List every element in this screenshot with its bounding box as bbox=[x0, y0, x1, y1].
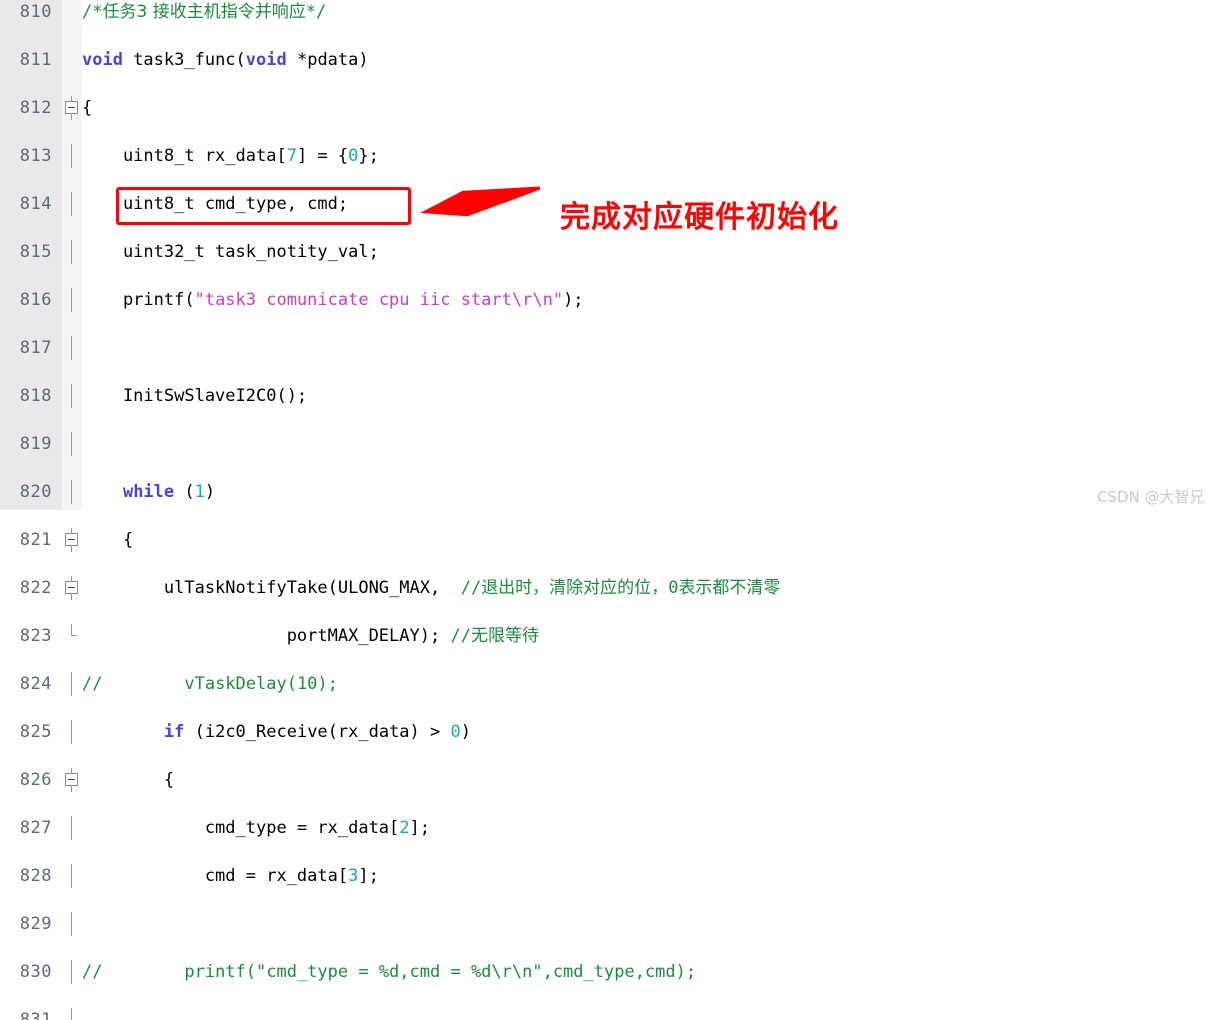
code-text: { bbox=[82, 98, 93, 118]
fold-marker[interactable] bbox=[62, 624, 82, 648]
line-number: 823 bbox=[19, 626, 52, 646]
code-text: uint8_t rx_data[7] = {0}; bbox=[82, 146, 379, 166]
line-number: 822 bbox=[19, 578, 52, 598]
code-line[interactable]: 822 ulTaskNotifyTake(ULONG_MAX, //退出时，清除… bbox=[0, 576, 1222, 600]
fold-collapse-icon[interactable] bbox=[65, 101, 78, 114]
line-number: 820 bbox=[19, 482, 52, 502]
code-text: ulTaskNotifyTake(ULONG_MAX, //退出时，清除对应的位… bbox=[82, 578, 781, 598]
code-line[interactable]: 812 { bbox=[0, 96, 1222, 120]
fold-marker[interactable] bbox=[62, 384, 82, 408]
fold-marker[interactable] bbox=[62, 192, 82, 216]
annotation-label: 完成对应硬件初始化 bbox=[560, 200, 839, 235]
code-line[interactable]: 815 uint32_t task_notity_val; bbox=[0, 240, 1222, 264]
code-line[interactable]: 825 if (i2c0_Receive(rx_data) > 0) bbox=[0, 720, 1222, 744]
code-line[interactable]: 813 uint8_t rx_data[7] = {0}; bbox=[0, 144, 1222, 168]
code-text: InitSwSlaveI2C0(); bbox=[82, 386, 308, 406]
code-line[interactable]: 829 bbox=[0, 912, 1222, 936]
code-text: while (1) bbox=[122, 482, 216, 502]
fold-marker[interactable] bbox=[62, 816, 82, 840]
code-text: { bbox=[82, 770, 175, 790]
code-text: // printf("cmd_type = %d,cmd = %d\r\n",c… bbox=[82, 962, 697, 982]
line-number: 810 bbox=[19, 2, 52, 22]
line-number: 829 bbox=[19, 914, 52, 934]
code-text: void task3_func(void *pdata) bbox=[82, 50, 369, 70]
fold-marker[interactable] bbox=[62, 336, 82, 360]
code-text: /*任务3 接收主机指令并响应*/ bbox=[82, 2, 327, 22]
code-line[interactable]: 830 // printf("cmd_type = %d,cmd = %d\r\n… bbox=[0, 960, 1222, 984]
line-number: 813 bbox=[19, 146, 52, 166]
code-text: uint32_t task_notity_val; bbox=[82, 242, 379, 262]
line-number: 831 bbox=[19, 1010, 52, 1020]
code-line[interactable]: 831 bbox=[0, 1008, 1222, 1020]
fold-marker[interactable] bbox=[62, 48, 82, 72]
line-number: 812 bbox=[19, 98, 52, 118]
line-number: 830 bbox=[19, 962, 52, 982]
code-line[interactable]: 823 portMAX_DELAY); //无限等待 bbox=[0, 624, 1222, 648]
line-number: 818 bbox=[19, 386, 52, 406]
fold-marker[interactable] bbox=[62, 720, 82, 744]
fold-marker[interactable] bbox=[62, 1008, 82, 1020]
code-editor[interactable]: 810 /*任务3 接收主机指令并响应*/ 811 void task3_func(v… bbox=[0, 0, 1222, 1020]
code-line[interactable]: 816 printf("task3 comunicate cpu iic sta… bbox=[0, 288, 1222, 312]
line-number: 825 bbox=[19, 722, 52, 742]
line-number: 826 bbox=[19, 770, 52, 790]
code-line[interactable]: 821 { bbox=[0, 528, 1222, 552]
line-number: 814 bbox=[19, 194, 52, 214]
code-lines[interactable]: 810 /*任务3 接收主机指令并响应*/ 811 void task3_func(v… bbox=[0, 0, 1222, 1020]
fold-marker[interactable] bbox=[62, 432, 82, 456]
code-text: // vTaskDelay(10); bbox=[82, 674, 338, 694]
fold-marker[interactable] bbox=[62, 672, 82, 696]
code-line[interactable]: 824 // vTaskDelay(10); bbox=[0, 672, 1222, 696]
code-text: { bbox=[82, 530, 134, 550]
code-text: cmd = rx_data[3]; bbox=[82, 866, 379, 886]
fold-marker[interactable] bbox=[62, 0, 82, 24]
fold-collapse-icon[interactable] bbox=[65, 581, 78, 594]
fold-marker[interactable] bbox=[62, 960, 82, 984]
fold-marker[interactable] bbox=[62, 144, 82, 168]
code-text: printf("task3 comunicate cpu iic start\r… bbox=[82, 290, 584, 310]
code-line[interactable]: 810 /*任务3 接收主机指令并响应*/ bbox=[0, 0, 1222, 24]
line-number: 815 bbox=[19, 242, 52, 262]
fold-marker[interactable] bbox=[62, 480, 82, 504]
fold-marker[interactable] bbox=[62, 96, 82, 120]
code-text: portMAX_DELAY); //无限等待 bbox=[82, 626, 539, 646]
watermark: CSDN @大智兄 bbox=[1097, 488, 1205, 506]
code-line[interactable]: 827 cmd_type = rx_data[2]; bbox=[0, 816, 1222, 840]
fold-marker[interactable] bbox=[62, 768, 82, 792]
code-line[interactable]: 826 { bbox=[0, 768, 1222, 792]
code-line[interactable]: 828 cmd = rx_data[3]; bbox=[0, 864, 1222, 888]
line-number: 824 bbox=[19, 674, 52, 694]
code-line[interactable]: 818 InitSwSlaveI2C0(); bbox=[0, 384, 1222, 408]
fold-marker[interactable] bbox=[62, 576, 82, 600]
fold-marker[interactable] bbox=[62, 528, 82, 552]
code-text: cmd_type = rx_data[2]; bbox=[82, 818, 431, 838]
line-number: 816 bbox=[19, 290, 52, 310]
fold-marker[interactable] bbox=[62, 240, 82, 264]
fold-collapse-icon[interactable] bbox=[65, 773, 78, 786]
line-number: 819 bbox=[19, 434, 52, 454]
code-line[interactable]: 811 void task3_func(void *pdata) bbox=[0, 48, 1222, 72]
fold-marker[interactable] bbox=[62, 912, 82, 936]
line-number: 811 bbox=[19, 50, 52, 70]
fold-marker[interactable] bbox=[62, 864, 82, 888]
line-number: 821 bbox=[19, 530, 52, 550]
line-number: 828 bbox=[19, 866, 52, 886]
line-number: 817 bbox=[19, 338, 52, 358]
code-line[interactable]: 817 bbox=[0, 336, 1222, 360]
code-line[interactable]: 820 while (1) bbox=[0, 480, 1222, 504]
highlight-box-annotation bbox=[116, 187, 411, 225]
fold-collapse-icon[interactable] bbox=[65, 533, 78, 546]
fold-marker[interactable] bbox=[62, 288, 82, 312]
code-line[interactable]: 819 bbox=[0, 432, 1222, 456]
code-text: if (i2c0_Receive(rx_data) > 0) bbox=[163, 722, 471, 742]
line-number: 827 bbox=[19, 818, 52, 838]
